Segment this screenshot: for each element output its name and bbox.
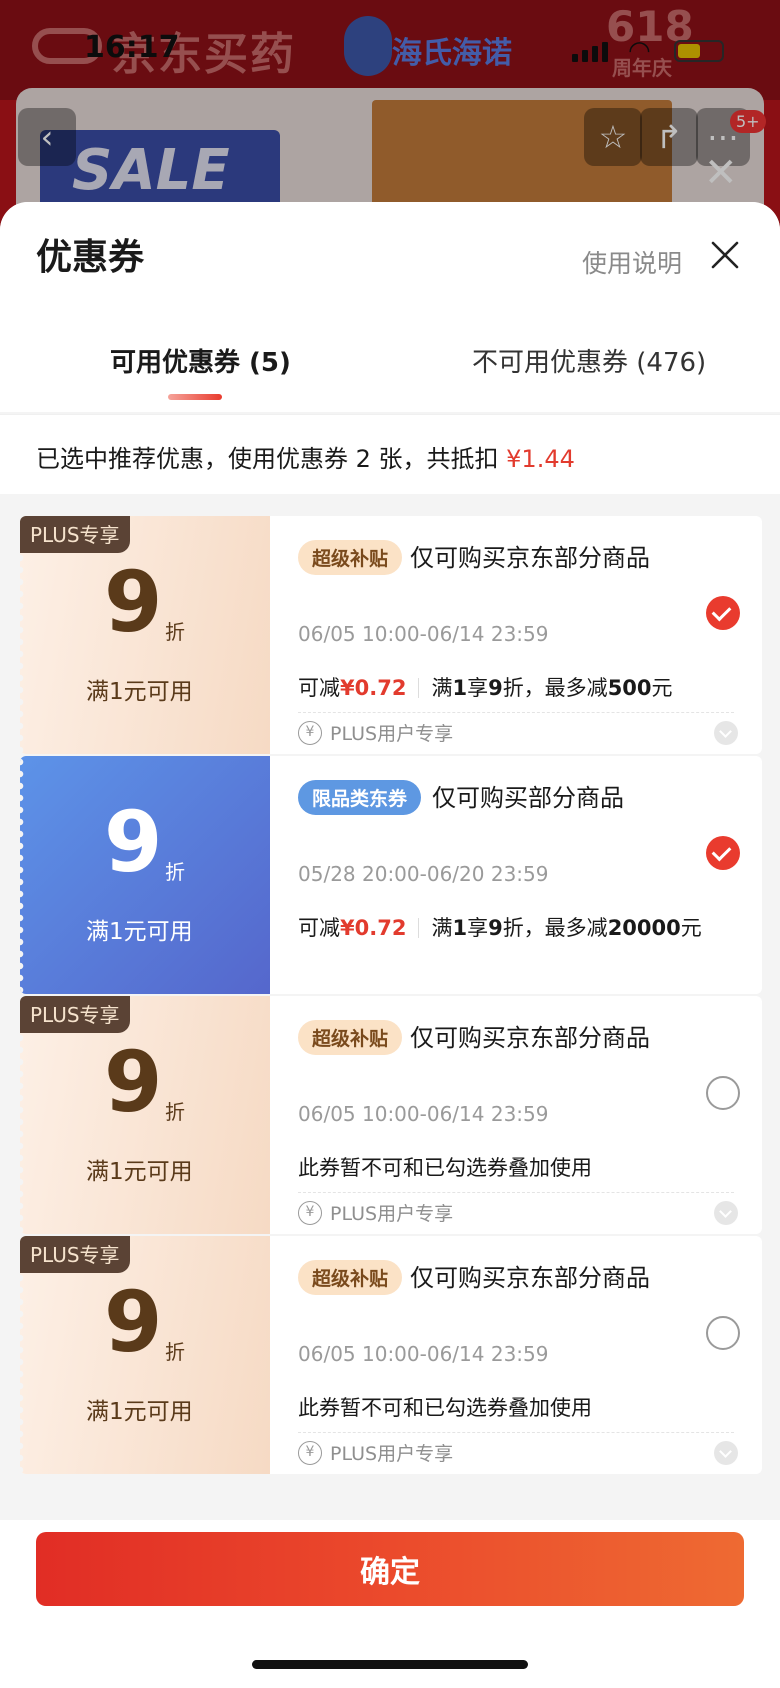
home-indicator [252,1660,528,1669]
discount-unit: 折 [165,860,185,884]
plus-exclusive-tag: PLUS专享 [20,1236,130,1273]
coupon-footer[interactable]: ¥ PLUS用户专享 [298,712,738,748]
chevron-down-icon[interactable] [714,1441,738,1465]
rule-text: 享 [467,676,489,700]
reduce-amount: ¥0.72 [340,676,407,700]
selection-summary: 已选中推荐优惠，使用优惠券 2 张，共抵扣 ¥1.44 [0,414,780,494]
coupon-detail-panel: 限品类东券 仅可购买部分商品 05/28 20:00-06/20 23:59 可… [270,756,762,994]
sheet-footer: 确定 [0,1520,780,1688]
coupon-checkbox-checked[interactable] [706,596,740,630]
coupon-scope: 仅可购买部分商品 [432,784,624,812]
coupon-value-panel: PLUS专享 9 折 满1元可用 [20,996,270,1234]
stacking-note: 此券暂不可和已勾选券叠加使用 [298,1156,592,1180]
coupon-scope: 仅可购买京东部分商品 [410,544,650,572]
minimum-spend: 满1元可用 [86,1159,193,1185]
divider [418,918,420,938]
coupon-type-badge: 限品类东券 [298,780,422,815]
coupon-validity: 06/05 10:00-06/14 23:59 [298,1342,549,1366]
minimum-spend: 满1元可用 [86,1399,193,1425]
coupon-detail-panel: 超级补贴 仅可购买京东部分商品 06/05 10:00-06/14 23:59 … [270,516,762,754]
coupon-checkbox-checked[interactable] [706,836,740,870]
yen-icon: ¥ [298,1201,322,1225]
summary-text: 已选中推荐优惠，使用优惠券 2 张，共抵扣 ¥1.44 [36,439,575,474]
rule-value: 9 [488,676,503,700]
coupon-type-badge: 超级补贴 [298,1260,403,1295]
yen-icon: ¥ [298,721,322,745]
coupon-type-badge: 超级补贴 [298,540,403,575]
coupon-card[interactable]: PLUS专享 9 折 满1元可用 超级补贴 仅可购买京东部分商品 06/05 1… [20,996,762,1234]
dim-overlay [0,0,780,230]
rule-value: 9 [488,916,503,940]
background-page: 京东买药 海氏海诺 618 周年庆 SALE 16:17 ◠ ‹ ☆ ↱ ⋯ 5… [0,0,780,230]
coupon-footer[interactable]: ¥ PLUS用户专享 [298,1192,738,1228]
rule-value: 20000 [607,916,681,940]
coupon-footer[interactable]: ¥ PLUS用户专享 [298,1432,738,1468]
coupon-type-badge: 超级补贴 [298,1020,403,1055]
discount-value: 9 [104,553,163,651]
coupon-scope: 仅可购买京东部分商品 [410,1264,650,1292]
coupon-sheet: 优惠券 使用说明 可用优惠券 (5) 不可用优惠券 (476) 已选中推荐优惠，… [0,202,780,1688]
rule-text: 满 [431,916,453,940]
rule-text: 满 [431,676,453,700]
stacking-note: 此券暂不可和已勾选券叠加使用 [298,1396,592,1420]
coupon-value-panel: PLUS专享 9 折 满1元可用 [20,516,270,754]
confirm-button[interactable]: 确定 [36,1532,744,1606]
rule-value: 500 [607,676,652,700]
yen-icon: ¥ [298,1441,322,1465]
coupon-validity: 06/05 10:00-06/14 23:59 [298,622,549,646]
rule-text: 元 [680,916,702,940]
coupon-detail-panel: 超级补贴 仅可购买京东部分商品 06/05 10:00-06/14 23:59 … [270,1236,762,1474]
discount-unit: 折 [165,620,185,644]
coupon-card[interactable]: 9 折 满1元可用 限品类东券 仅可购买部分商品 05/28 20:00-06/… [20,756,762,994]
sheet-header: 优惠券 使用说明 可用优惠券 (5) 不可用优惠券 (476) [0,202,780,412]
plus-exclusive-tag: PLUS专享 [20,996,130,1033]
chevron-down-icon[interactable] [714,1201,738,1225]
coupon-value-panel: PLUS专享 9 折 满1元可用 [20,1236,270,1474]
coupon-checkbox-unchecked[interactable] [706,1076,740,1110]
rule-text: 元 [651,676,673,700]
coupon-scope: 仅可购买京东部分商品 [410,1024,650,1052]
coupon-validity: 05/28 20:00-06/20 23:59 [298,862,549,886]
usage-help-link[interactable]: 使用说明 [582,244,682,280]
coupon-checkbox-unchecked[interactable] [706,1316,740,1350]
reduce-label: 可减 [298,916,340,940]
summary-amount: ¥1.44 [506,445,575,473]
coupon-value-panel: 9 折 满1元可用 [20,756,270,994]
rule-value: 1 [452,916,468,940]
reduce-label: 可减 [298,676,340,700]
rule-text: 折，最多减 [502,916,608,940]
plus-member-note: PLUS用户专享 [330,723,454,745]
coupon-tabs: 可用优惠券 (5) 不可用优惠券 (476) [0,342,780,412]
rule-value: 1 [452,676,468,700]
minimum-spend: 满1元可用 [86,679,193,705]
discount-unit: 折 [165,1100,185,1124]
coupon-card[interactable]: PLUS专享 9 折 满1元可用 超级补贴 仅可购买京东部分商品 06/05 1… [20,1236,762,1474]
active-tab-underline [168,394,222,400]
coupon-savings: 可减¥0.72 满1享9折，最多减500元 [298,672,673,702]
rule-text: 折，最多减 [502,676,608,700]
discount-value: 9 [104,1033,163,1131]
minimum-spend: 满1元可用 [86,919,193,945]
discount-unit: 折 [165,1340,185,1364]
discount-value: 9 [104,793,163,891]
rule-text: 享 [467,916,489,940]
coupon-card[interactable]: PLUS专享 9 折 满1元可用 超级补贴 仅可购买京东部分商品 06/05 1… [20,516,762,754]
plus-member-note: PLUS用户专享 [330,1203,454,1225]
discount-value: 9 [104,1273,163,1371]
tab-available[interactable]: 可用优惠券 (5) [110,342,291,379]
coupon-validity: 06/05 10:00-06/14 23:59 [298,1102,549,1126]
tab-unavailable[interactable]: 不可用优惠券 (476) [472,342,706,379]
sheet-title: 优惠券 [36,237,145,278]
divider [418,678,420,698]
close-icon[interactable] [708,238,742,272]
plus-exclusive-tag: PLUS专享 [20,516,130,553]
coupon-savings: 可减¥0.72 满1享9折，最多减20000元 [298,912,702,942]
plus-member-note: PLUS用户专享 [330,1443,454,1465]
coupon-detail-panel: 超级补贴 仅可购买京东部分商品 06/05 10:00-06/14 23:59 … [270,996,762,1234]
reduce-amount: ¥0.72 [340,916,407,940]
summary-label: 已选中推荐优惠，使用优惠券 2 张，共抵扣 [36,445,507,473]
chevron-down-icon[interactable] [714,721,738,745]
